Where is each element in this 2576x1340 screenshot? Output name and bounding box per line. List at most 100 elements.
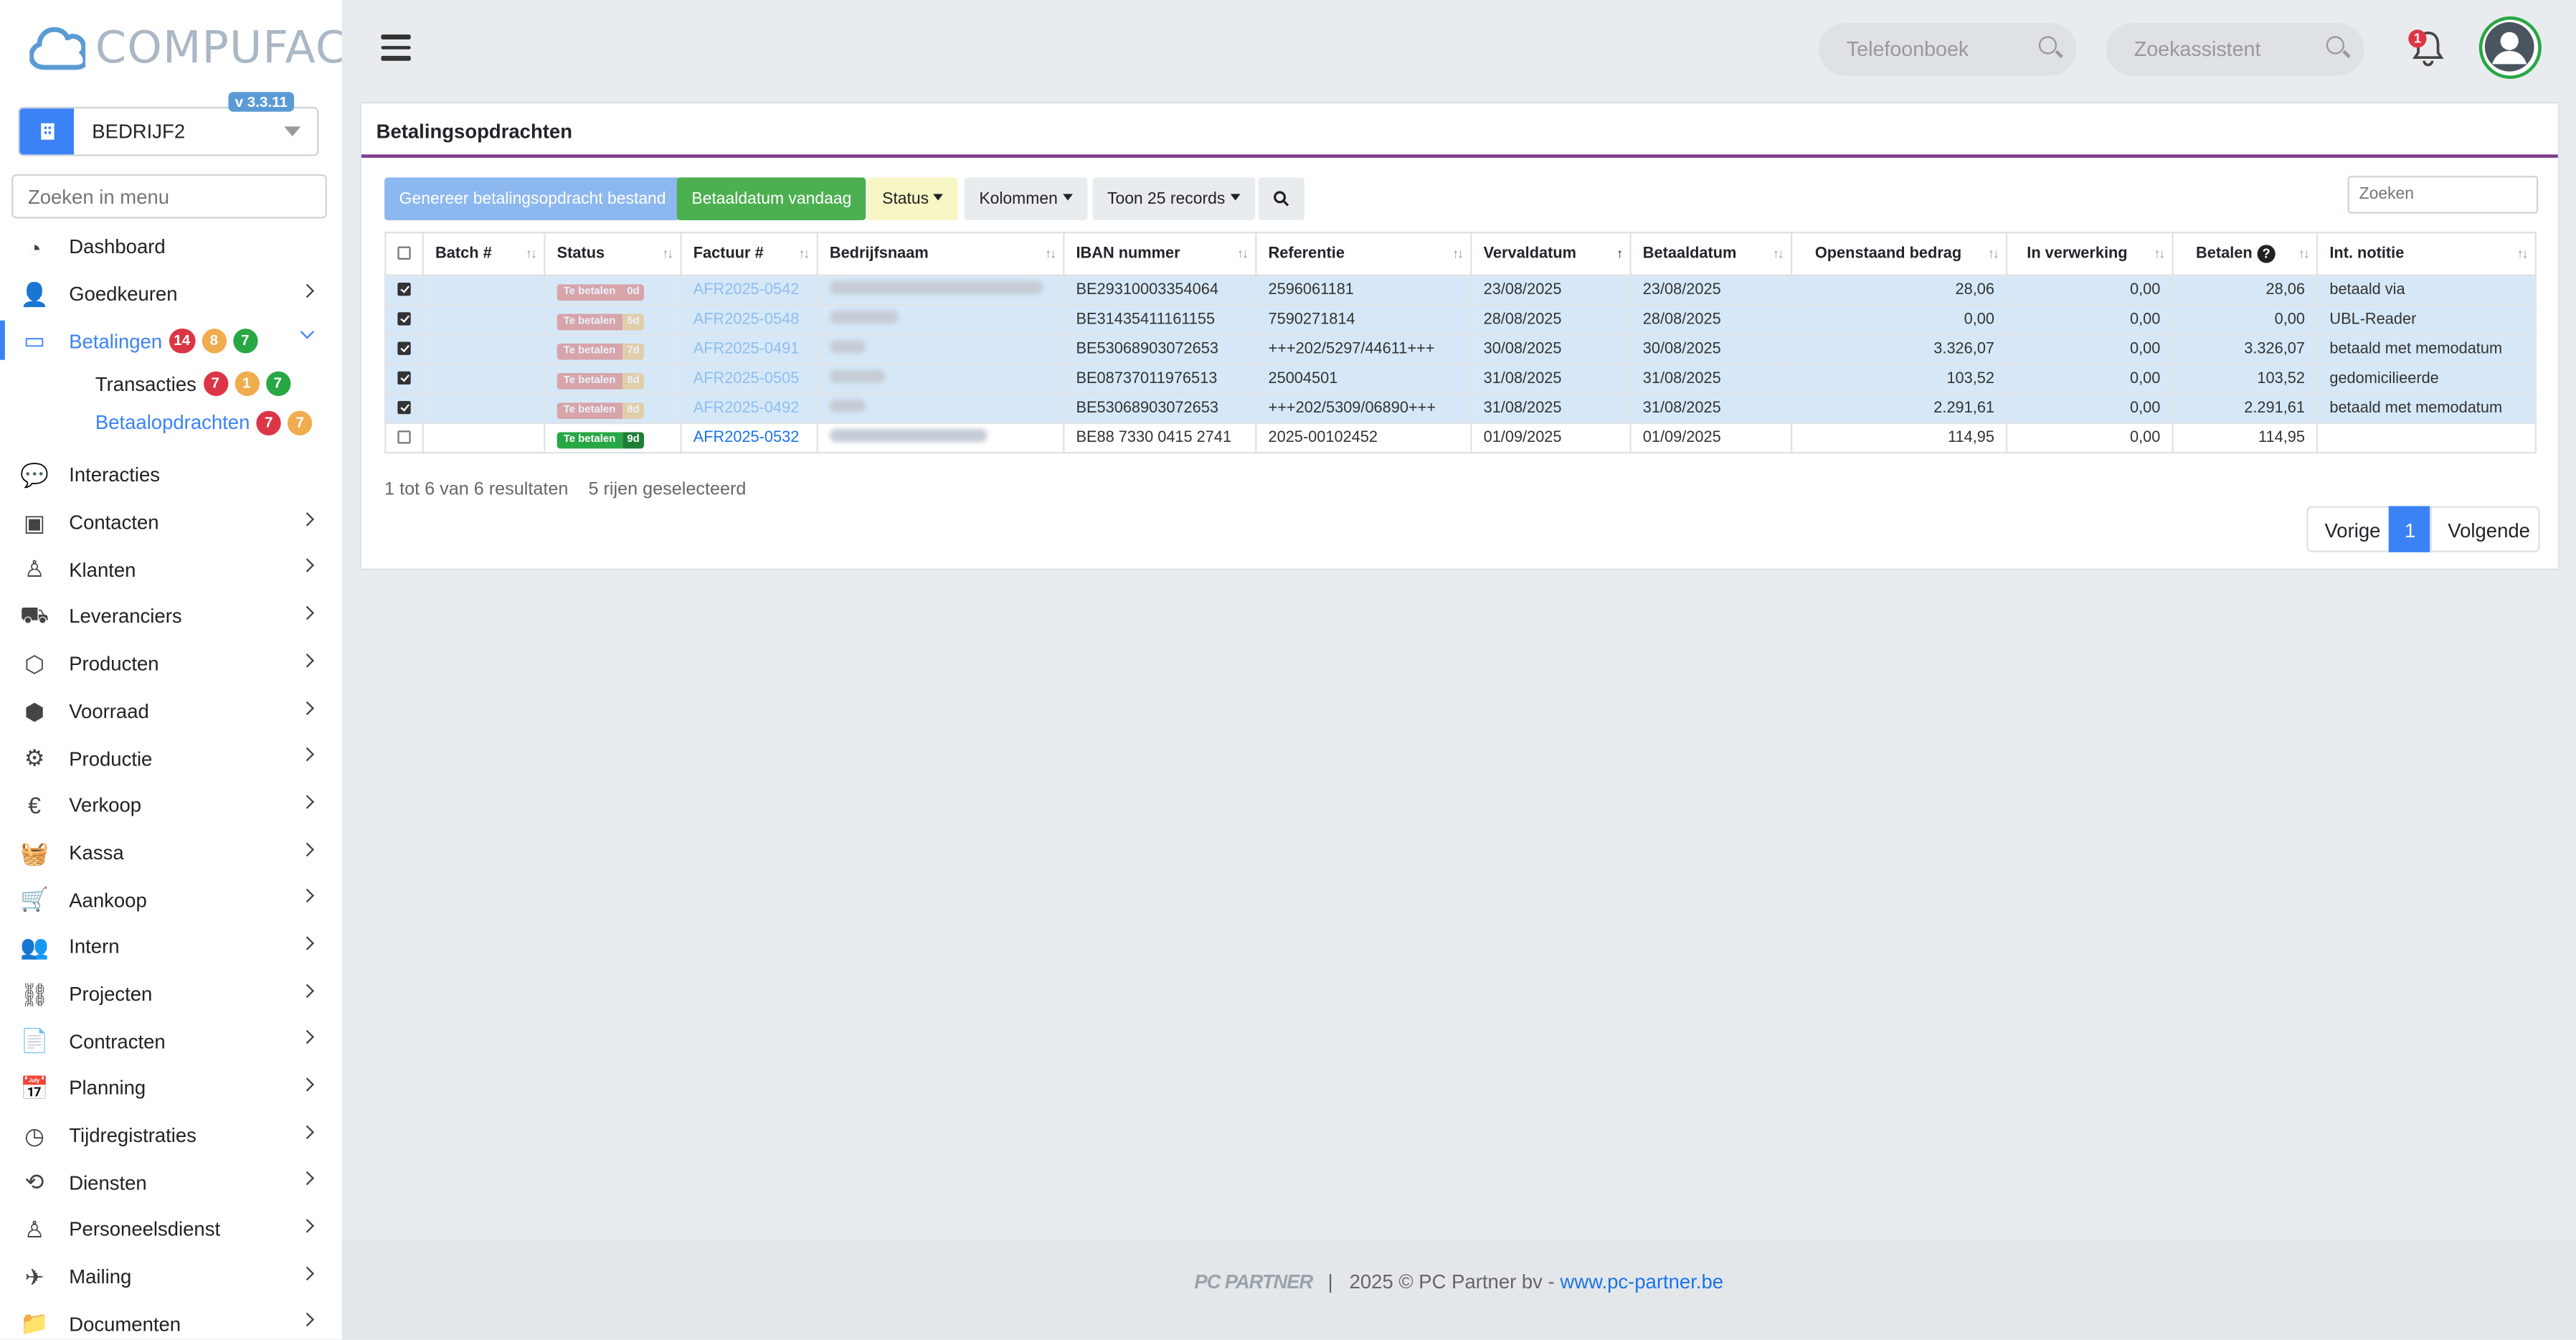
col-processing[interactable]: In verwerking ↑↓ [2006, 232, 2174, 276]
note-cell: betaald met memodatum [2316, 392, 2537, 425]
pay-amount-cell[interactable]: 3.326,07 [2172, 334, 2319, 365]
sidebar-item-transacties[interactable]: Transacties 717 [0, 365, 341, 404]
col-open-amount[interactable]: Openstaand bedrag ↑↓ [1790, 232, 2008, 276]
row-select-cell[interactable] [384, 303, 425, 336]
pay-amount-cell[interactable]: 0,00 [2172, 303, 2319, 336]
assistant-search[interactable]: Zoekassistent [2106, 23, 2364, 76]
pay-date-cell[interactable]: 30/08/2025 [1629, 334, 1793, 365]
invoice-link[interactable]: AFR2025-0548 [693, 311, 800, 329]
sidebar-item-productie[interactable]: ⚙ Productie [0, 735, 341, 782]
col-due-date[interactable]: Vervaldatum ↑ [1470, 232, 1632, 276]
col-pay[interactable]: Betalen? ↑↓ [2172, 232, 2319, 276]
processing-cell: 0,00 [2006, 363, 2174, 395]
col-batch[interactable]: Batch # ↑↓ [422, 232, 546, 276]
table-row[interactable]: Te betalen 0d AFR2025-0542 BE29310003354064… [384, 274, 2537, 306]
pay-date-cell[interactable]: 23/08/2025 [1629, 274, 1793, 306]
hamburger-menu-icon[interactable] [381, 34, 411, 61]
sidebar-item-goedkeuren[interactable]: 👤 Goedkeuren [0, 270, 341, 318]
pay-amount-cell[interactable]: 114,95 [2172, 422, 2319, 454]
columns-button[interactable]: Kolommen [964, 177, 1088, 220]
pay-date-cell[interactable]: 31/08/2025 [1629, 363, 1793, 395]
sidebar-item-personeelsdienst[interactable]: ♙ Personeelsdienst [0, 1207, 341, 1254]
sidebar-item-voorraad[interactable]: ⬢ Voorraad [0, 688, 341, 735]
sidebar-item-producten[interactable]: ⬡ Producten [0, 641, 341, 688]
table-search-input[interactable] [2347, 176, 2539, 214]
row-select-cell[interactable] [384, 392, 425, 425]
sidebar-item-intern[interactable]: 👥 Intern [0, 923, 341, 971]
sidebar-item-diensten[interactable]: ⟲ Diensten [0, 1159, 341, 1207]
due-date-cell: 31/08/2025 [1470, 363, 1632, 395]
sidebar-item-leveranciers[interactable]: ⛟ Leveranciers [0, 593, 341, 641]
row-checkbox[interactable] [397, 313, 411, 326]
project-nodes-icon: ⛓ [19, 980, 49, 1007]
sidebar-item-interacties[interactable]: 💬 Interacties [0, 452, 341, 499]
help-icon[interactable]: ? [2257, 245, 2276, 263]
sidebar-item-kassa[interactable]: 🧺 Kassa [0, 829, 341, 877]
box-icon: ⬡ [24, 650, 45, 677]
col-reference[interactable]: Referentie ↑↓ [1255, 232, 1472, 276]
row-checkbox[interactable] [397, 342, 411, 356]
table-row[interactable]: Te betalen 8d AFR2025-0492 BE53068903072653… [384, 392, 2537, 425]
pay-amount-cell[interactable]: 28,06 [2172, 274, 2319, 306]
pay-amount-cell[interactable]: 103,52 [2172, 363, 2319, 395]
invoice-link[interactable]: AFR2025-0542 [693, 281, 800, 299]
sidebar-item-contacten[interactable]: ▣ Contacten [0, 499, 341, 547]
logo[interactable]: COMPUFACT [29, 19, 341, 75]
pay-date-cell[interactable]: 01/09/2025 [1629, 422, 1793, 454]
table-row[interactable]: Te betalen 7d AFR2025-0491 BE53068903072653… [384, 334, 2537, 365]
iban-cell: BE08737011976513 [1063, 363, 1257, 395]
pay-date-cell[interactable]: 28/08/2025 [1629, 303, 1793, 336]
invoice-link[interactable]: AFR2025-0491 [693, 340, 800, 358]
page-size-button[interactable]: Toon 25 records [1092, 177, 1255, 220]
sidebar-menu: ◔ Dashboard 👤 Goedkeuren ▭ Betalingen 14 8 7 … [0, 224, 341, 1339]
sidebar-item-betalingen[interactable]: ▭ Betalingen 14 8 7 [0, 318, 341, 365]
col-iban[interactable]: IBAN nummer ↑↓ [1063, 232, 1257, 276]
table-row[interactable]: Te betalen 9d AFR2025-0532 BE88 7330 0415 2… [384, 422, 2537, 454]
pager-page-1[interactable]: 1 [2388, 506, 2432, 552]
invoice-link[interactable]: AFR2025-0492 [693, 400, 800, 417]
table-row[interactable]: Te betalen 5d AFR2025-0548 BE31435411161155… [384, 303, 2537, 336]
sidebar-item-aankoop[interactable]: 🛒 Aankoop [0, 877, 341, 924]
select-all-cell[interactable] [384, 232, 425, 276]
sidebar-item-contracten[interactable]: 📄 Contracten [0, 1018, 341, 1065]
col-pay-date[interactable]: Betaaldatum ↑↓ [1629, 232, 1793, 276]
sidebar-item-verkoop[interactable]: € Verkoop [0, 782, 341, 829]
sidebar-item-projecten[interactable]: ⛓ Projecten [0, 971, 341, 1018]
row-checkbox[interactable] [397, 431, 411, 445]
col-note[interactable]: Int. notitie ↑↓ [2316, 232, 2537, 276]
sidebar-item-klanten[interactable]: ♙ Klanten [0, 547, 341, 594]
invoice-link[interactable]: AFR2025-0532 [693, 429, 800, 447]
row-checkbox[interactable] [397, 402, 411, 415]
invoice-link[interactable]: AFR2025-0505 [693, 369, 800, 387]
row-checkbox[interactable] [397, 372, 411, 386]
sidebar-item-planning[interactable]: 📅 Planning [0, 1065, 341, 1112]
col-status[interactable]: Status ↑↓ [544, 232, 682, 276]
row-checkbox[interactable] [397, 283, 411, 297]
select-all-checkbox[interactable] [397, 247, 411, 261]
generate-file-button[interactable]: Genereer betalingsopdracht bestand [384, 177, 681, 220]
pager-next-button[interactable]: Volgende [2430, 506, 2540, 552]
col-invoice[interactable]: Factuur # ↑↓ [680, 232, 818, 276]
pay-date-cell[interactable]: 31/08/2025 [1629, 392, 1793, 425]
row-select-cell[interactable] [384, 274, 425, 306]
menu-search-input[interactable] [11, 174, 327, 219]
table-search-toggle-button[interactable] [1258, 177, 1304, 220]
sidebar-item-betaalopdrachten[interactable]: Betaalopdrachten 77 [0, 404, 341, 443]
pay-date-today-button[interactable]: Betaaldatum vandaag [676, 177, 866, 220]
pager-prev-button[interactable]: Vorige [2306, 506, 2391, 552]
col-company[interactable]: Bedrijfsnaam ↑↓ [816, 232, 1065, 276]
row-select-cell[interactable] [384, 334, 425, 365]
row-select-cell[interactable] [384, 363, 425, 395]
phonebook-search[interactable]: Telefoonboek [1818, 23, 2077, 76]
row-select-cell[interactable] [384, 422, 425, 454]
footer-link[interactable]: www.pc-partner.be [1560, 1270, 1723, 1293]
sidebar-item-tijdregistraties[interactable]: ◷ Tijdregistraties [0, 1112, 341, 1159]
avatar[interactable] [2478, 16, 2542, 79]
sidebar-item-mailing[interactable]: ✈ Mailing [0, 1253, 341, 1301]
pay-amount-cell[interactable]: 2.291,61 [2172, 392, 2319, 425]
company-selector[interactable]: BEDRIJF2 [18, 106, 319, 156]
sidebar-item-documenten[interactable]: 📁 Documenten [0, 1301, 341, 1339]
sidebar-item-dashboard[interactable]: ◔ Dashboard [0, 224, 341, 271]
table-row[interactable]: Te betalen 8d AFR2025-0505 BE08737011976513… [384, 363, 2537, 395]
status-filter-button[interactable]: Status [867, 177, 959, 220]
